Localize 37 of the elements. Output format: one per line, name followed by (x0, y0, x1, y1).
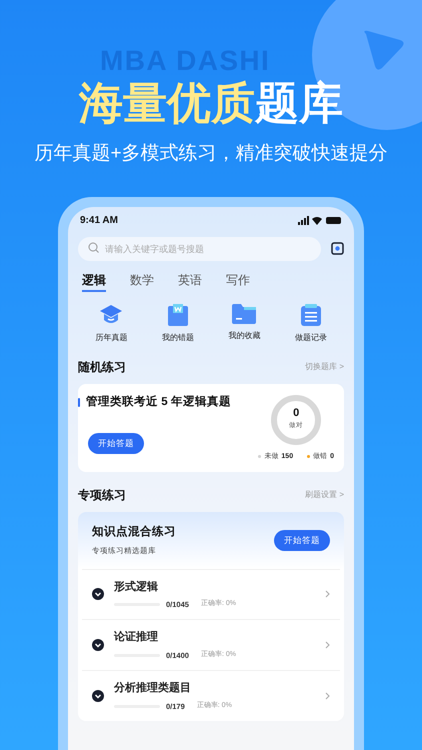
graduation-cap-icon (99, 304, 124, 326)
chevron-right-icon (325, 692, 330, 700)
book-icon (168, 304, 188, 326)
list-icon (300, 304, 321, 326)
start-button[interactable]: 开始答题 (88, 432, 144, 454)
progress-ring (270, 394, 322, 446)
subtitle: 历年真题+多模式练习，精准突破快速提分 (34, 142, 388, 166)
shortcut-label[interactable]: 我的收藏 (228, 330, 260, 342)
start-button[interactable]: 开始答题 (274, 530, 330, 551)
subject-tab[interactable]: 英语 (178, 270, 202, 292)
folder-icon (232, 304, 256, 324)
topic-name: 分析推理类题目 (114, 680, 192, 696)
shortcut-label[interactable]: 做题记录 (294, 332, 327, 344)
shortcut-label[interactable]: 历年真题 (95, 332, 128, 344)
subject-tab[interactable]: 数学 (130, 270, 154, 292)
topic-name: 形式逻辑 (114, 580, 159, 594)
play-icon (362, 30, 406, 72)
banner-title: 知识点混合练习 (92, 524, 176, 540)
shortcut-label[interactable]: 我的错题 (162, 332, 194, 344)
chevron-right-icon (325, 590, 330, 598)
card-title: 管理类联考近 5 年逻辑真题 (86, 394, 231, 410)
subject-tab[interactable]: 逻辑 (82, 270, 106, 292)
correct-count: 0 (293, 408, 300, 420)
chevron-down-icon (92, 690, 104, 702)
chevron-down-icon (92, 639, 104, 652)
topic-name: 论证推理 (114, 630, 159, 646)
search-field[interactable]: 请输入关键字或题号搜题 (78, 236, 321, 260)
search-icon (88, 242, 99, 253)
chevron-right-icon (325, 641, 330, 650)
camera-icon[interactable] (331, 242, 344, 254)
chevron-down-icon (92, 588, 104, 600)
section-title: 随机练习 (78, 358, 126, 376)
headline: 海量优质题库 (79, 78, 343, 130)
section-title: 专项练习 (78, 487, 126, 504)
status-icons (298, 216, 342, 224)
status-time: 9:41 AM (80, 214, 118, 228)
subject-tab[interactable]: 写作 (226, 270, 250, 292)
